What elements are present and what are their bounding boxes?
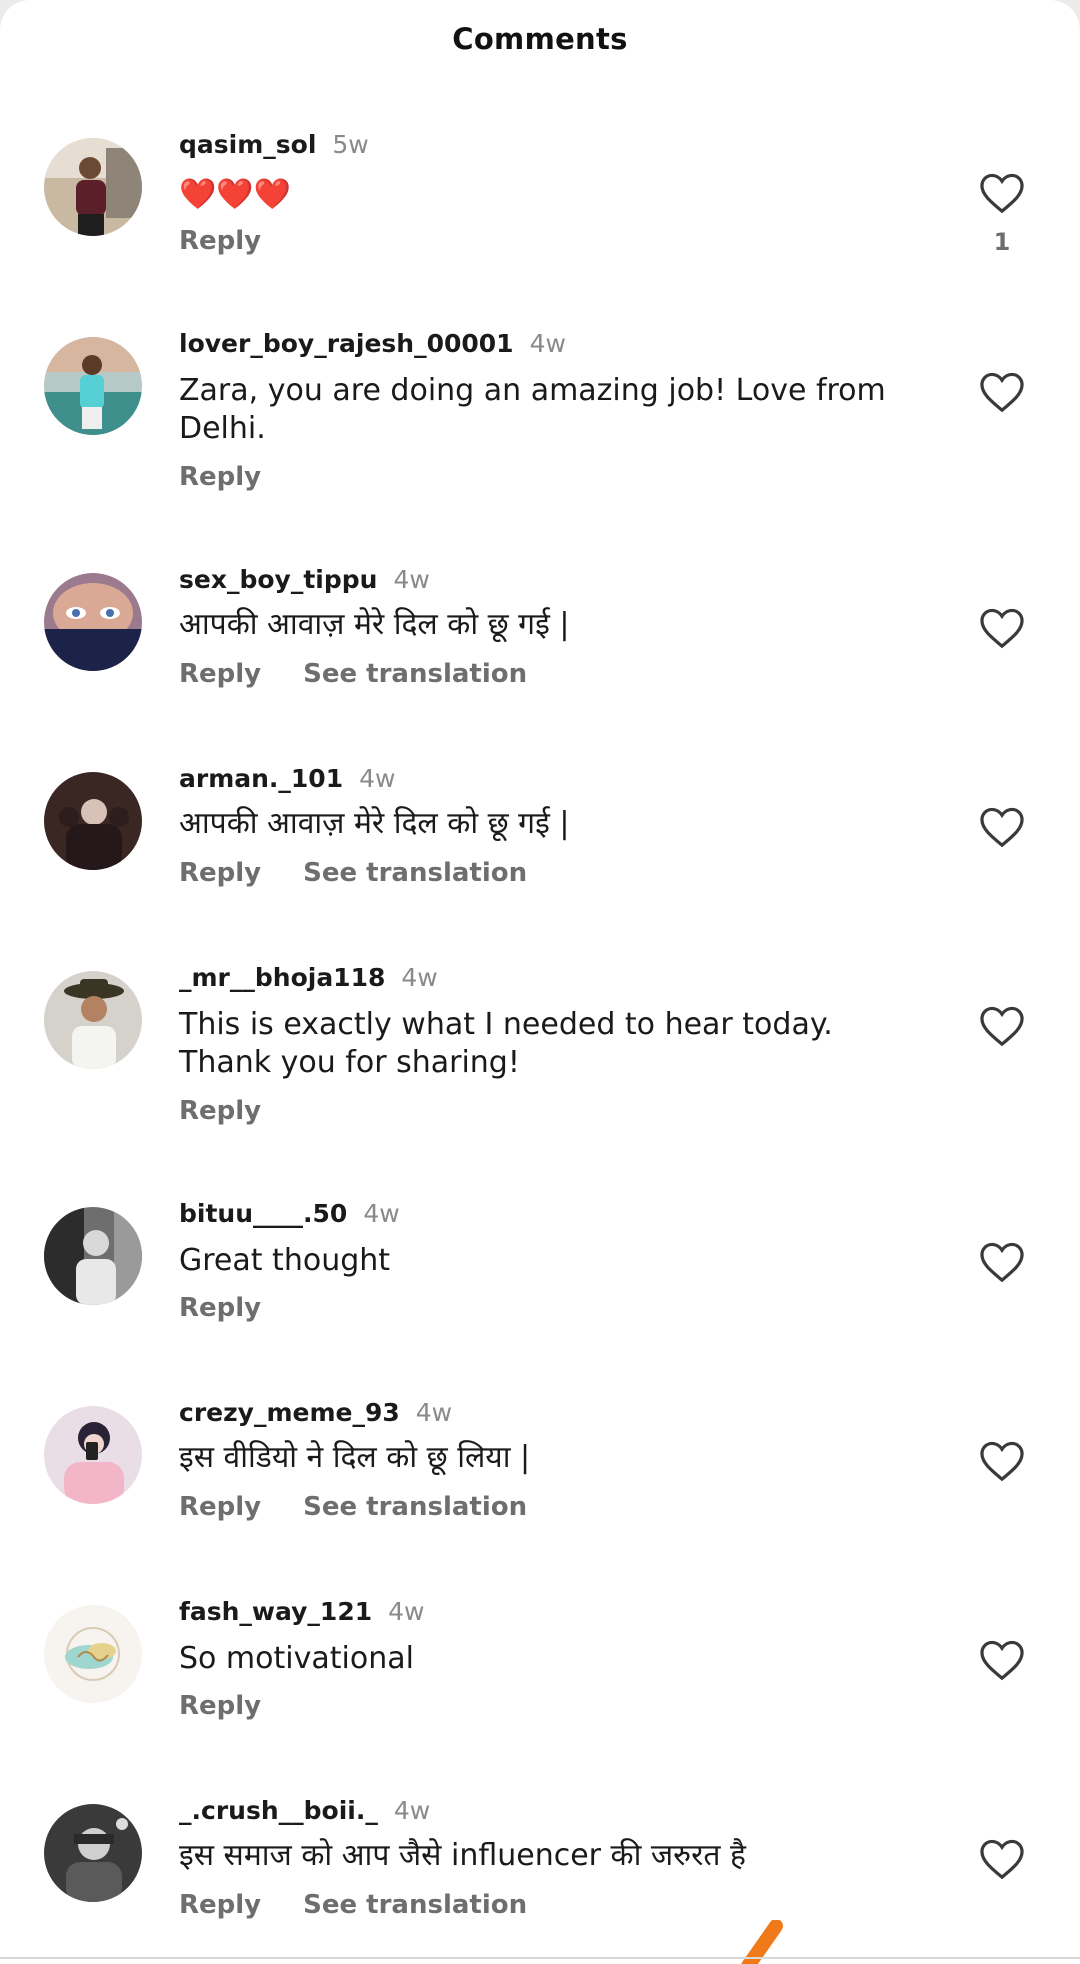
- comment-actions: Reply: [179, 462, 261, 492]
- comment-text: Zara, you are doing an amazing job! Love…: [179, 373, 886, 446]
- comment-text: ❤️❤️❤️: [179, 177, 292, 212]
- username[interactable]: lover_boy_rajesh_00001: [179, 329, 514, 358]
- avatar[interactable]: [44, 138, 142, 236]
- reply-button[interactable]: Reply: [179, 462, 261, 492]
- username[interactable]: _.crush__boii._: [179, 1796, 378, 1825]
- comment-meta: bituu____.50 4w: [179, 1199, 400, 1228]
- see-translation-button[interactable]: See translation: [303, 659, 527, 689]
- timestamp: 5w: [332, 130, 369, 159]
- username[interactable]: qasim_sol: [179, 130, 316, 159]
- see-translation-button[interactable]: See translation: [303, 858, 527, 888]
- timestamp: 4w: [415, 1398, 453, 1427]
- comment-actions: Reply See translation: [179, 858, 527, 888]
- avatar[interactable]: [44, 1605, 142, 1703]
- username[interactable]: sex_boy_tippu: [179, 565, 377, 594]
- comment-meta: lover_boy_rajesh_00001 4w: [179, 329, 566, 358]
- bottom-divider: [0, 1957, 1080, 1959]
- comment-actions: Reply See translation: [179, 659, 527, 689]
- reply-button[interactable]: Reply: [179, 226, 261, 256]
- avatar[interactable]: [44, 1207, 142, 1305]
- comments-sheet: Comments qasim_sol 5w ❤️❤️❤️ Reply 1 lov…: [0, 0, 1080, 1964]
- reply-button[interactable]: Reply: [179, 1096, 261, 1126]
- comment-text: आपकी आवाज़ मेरे दिल को छू गई |: [179, 607, 570, 642]
- username[interactable]: arman._101: [179, 764, 343, 793]
- avatar[interactable]: [44, 971, 142, 1069]
- reply-button[interactable]: Reply: [179, 1492, 261, 1522]
- page-title: Comments: [452, 22, 628, 56]
- comment-actions: Reply See translation: [179, 1492, 527, 1522]
- like-count: 1: [993, 228, 1011, 256]
- comment-meta: crezy_meme_93 4w: [179, 1398, 452, 1427]
- comment-actions: Reply: [179, 226, 261, 256]
- comment-text: This is exactly what I needed to hear to…: [179, 1007, 833, 1080]
- comment-text: इस वीडियो ने दिल को छू लिया |: [179, 1440, 531, 1475]
- reply-button[interactable]: Reply: [179, 1691, 261, 1721]
- heart-icon[interactable]: [979, 1838, 1025, 1880]
- username[interactable]: crezy_meme_93: [179, 1398, 400, 1427]
- comment-meta: sex_boy_tippu 4w: [179, 565, 430, 594]
- username[interactable]: _mr__bhoja118: [179, 963, 385, 992]
- heart-icon[interactable]: [979, 1440, 1025, 1482]
- timestamp: 4w: [388, 1597, 425, 1626]
- comment-meta: _mr__bhoja118 4w: [179, 963, 438, 992]
- timestamp: 4w: [401, 963, 438, 992]
- avatar[interactable]: [44, 772, 142, 870]
- comment-text: आपकी आवाज़ मेरे दिल को छू गई |: [179, 806, 570, 841]
- timestamp: 4w: [359, 764, 396, 793]
- heart-icon[interactable]: [979, 172, 1025, 214]
- see-translation-button[interactable]: See translation: [303, 1890, 527, 1920]
- comment-actions: Reply: [179, 1096, 261, 1126]
- avatar[interactable]: [44, 337, 142, 435]
- comment-text: So motivational: [179, 1641, 414, 1676]
- timestamp: 4w: [393, 565, 430, 594]
- avatar[interactable]: [44, 1406, 142, 1504]
- avatar[interactable]: [44, 573, 142, 671]
- reply-button[interactable]: Reply: [179, 858, 261, 888]
- reply-button[interactable]: Reply: [179, 659, 261, 689]
- see-translation-button[interactable]: See translation: [303, 1492, 527, 1522]
- timestamp: 4w: [529, 329, 566, 358]
- heart-icon[interactable]: [979, 806, 1025, 848]
- reply-button[interactable]: Reply: [179, 1293, 261, 1323]
- timestamp: 4w: [363, 1199, 400, 1228]
- comment-text: इस समाज को आप जैसे influencer की जरुरत ह…: [179, 1838, 746, 1873]
- heart-icon[interactable]: [979, 371, 1025, 413]
- heart-icon[interactable]: [979, 1005, 1025, 1047]
- reply-button[interactable]: Reply: [179, 1890, 261, 1920]
- username[interactable]: fash_way_121: [179, 1597, 372, 1626]
- comment-meta: _.crush__boii._ 4w: [179, 1796, 430, 1825]
- comment-actions: Reply See translation: [179, 1890, 527, 1920]
- comment-text: Great thought: [179, 1243, 391, 1278]
- timestamp: 4w: [393, 1796, 431, 1825]
- username[interactable]: bituu____.50: [179, 1199, 347, 1228]
- comment-actions: Reply: [179, 1691, 261, 1721]
- comment-actions: Reply: [179, 1293, 261, 1323]
- heart-icon[interactable]: [979, 1639, 1025, 1681]
- comment-meta: qasim_sol 5w: [179, 130, 369, 159]
- avatar[interactable]: [44, 1804, 142, 1902]
- heart-icon[interactable]: [979, 607, 1025, 649]
- heart-icon[interactable]: [979, 1241, 1025, 1283]
- comment-meta: fash_way_121 4w: [179, 1597, 424, 1626]
- comment-meta: arman._101 4w: [179, 764, 395, 793]
